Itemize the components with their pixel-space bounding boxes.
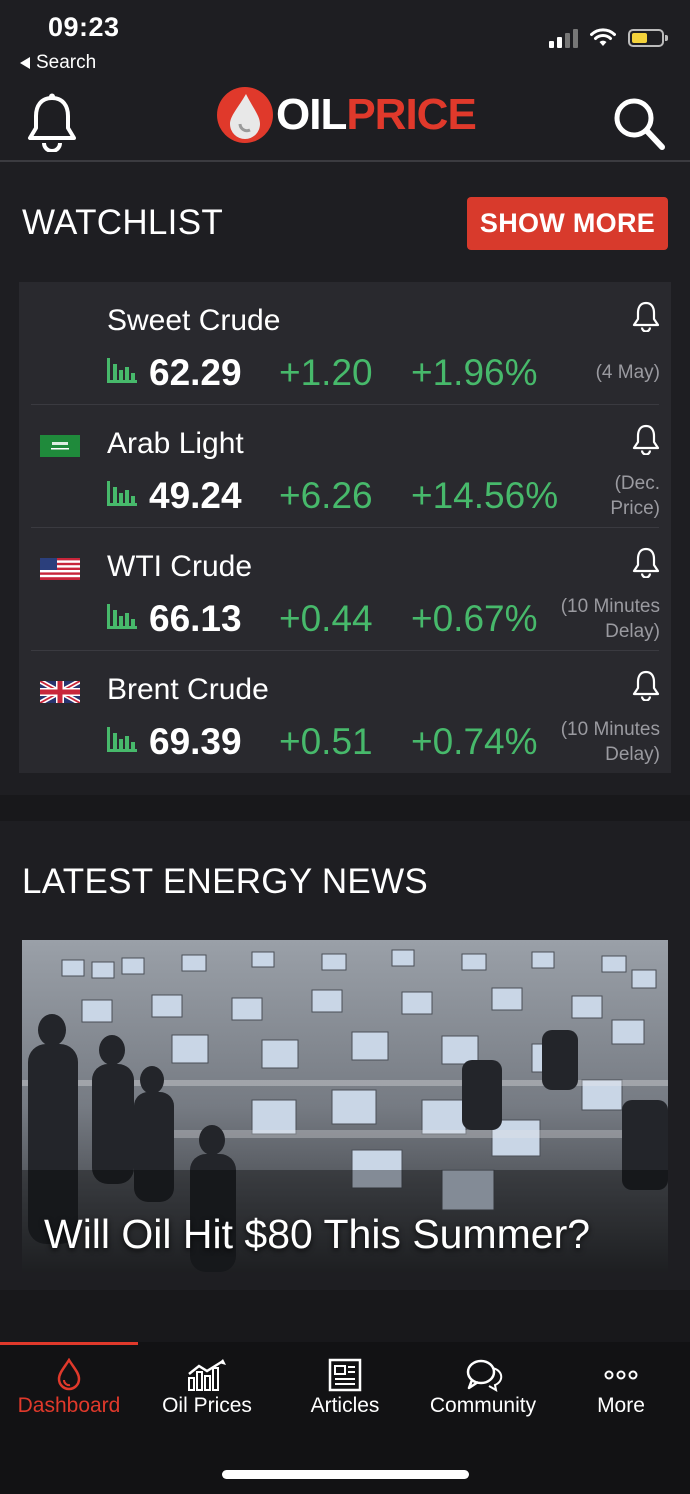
back-to-search-link[interactable]: Search — [20, 52, 96, 74]
price-change-percent: +0.74% — [411, 721, 538, 762]
price-note-line2: Delay) — [605, 621, 660, 642]
watchlist-row-sweet-crude[interactable]: Sweet Crude 62.29 +1.20 +1.96% (4 May) — [19, 282, 671, 405]
saudi-arabia-flag-icon — [40, 435, 80, 457]
chart-icon[interactable] — [107, 356, 137, 384]
price-note: (Dec. Price) — [610, 471, 660, 521]
commodity-price: 49.24 — [149, 475, 242, 516]
tab-dashboard[interactable]: Dashboard — [0, 1342, 138, 1432]
price-note: (10 Minutes Delay) — [561, 594, 660, 644]
wifi-icon — [590, 28, 616, 46]
price-note-line2: Price) — [610, 498, 660, 519]
battery-icon — [628, 29, 668, 47]
price-note: (4 May) — [596, 360, 660, 385]
logo-drop-icon — [217, 87, 273, 143]
tab-label: More — [597, 1394, 645, 1417]
content-bottom-spacer — [0, 1290, 690, 1342]
watchlist-title: WATCHLIST — [22, 203, 224, 242]
back-arrow-icon — [20, 57, 30, 69]
bar-chart-trend-icon — [188, 1359, 226, 1391]
tab-label: Community — [429, 1394, 537, 1417]
price-alert-bell-icon[interactable] — [631, 300, 661, 332]
price-note-line1: (4 May) — [595, 362, 660, 383]
search-icon[interactable] — [612, 96, 666, 152]
tab-label: Dashboard — [17, 1394, 121, 1417]
price-change: +6.26 — [279, 475, 373, 516]
notifications-bell-icon[interactable] — [24, 92, 80, 152]
price-change: +0.51 — [279, 721, 373, 762]
price-note-line1: (Dec. — [614, 473, 660, 494]
commodity-price: 66.13 — [149, 598, 242, 639]
logo-oil-text: OIL — [276, 90, 347, 139]
price-change: +0.44 — [279, 598, 373, 639]
price-change-percent: +14.56% — [411, 475, 559, 516]
uk-flag-icon — [40, 681, 80, 703]
tab-articles[interactable]: Articles — [276, 1342, 414, 1432]
tab-oil-prices[interactable]: Oil Prices — [138, 1342, 276, 1432]
price-alert-bell-icon[interactable] — [631, 423, 661, 455]
price-note-line2: Delay) — [605, 744, 660, 765]
newspaper-icon — [328, 1358, 362, 1392]
price-alert-bell-icon[interactable] — [631, 669, 661, 701]
news-section-title: LATEST ENERGY NEWS — [22, 862, 429, 901]
watchlist-card: Sweet Crude 62.29 +1.20 +1.96% (4 May) A… — [19, 282, 671, 773]
tab-label: Articles — [310, 1394, 380, 1417]
chart-icon[interactable] — [107, 725, 137, 753]
back-label: Search — [36, 52, 97, 73]
commodity-name: Arab Light — [107, 427, 244, 460]
commodity-price: 62.29 — [149, 352, 242, 393]
battery-level — [632, 33, 647, 43]
status-time: 09:23 — [48, 12, 120, 42]
home-indicator[interactable] — [222, 1470, 469, 1479]
commodity-price: 69.39 — [149, 721, 242, 762]
section-separator — [0, 795, 690, 821]
price-alert-bell-icon[interactable] — [631, 546, 661, 578]
tab-label: Oil Prices — [162, 1394, 252, 1417]
logo-price-text: PRICE — [346, 90, 476, 139]
active-tab-indicator — [0, 1342, 138, 1345]
price-note-line1: (10 Minutes — [560, 719, 660, 740]
commodity-name: WTI Crude — [107, 550, 253, 583]
chat-bubbles-icon — [466, 1359, 503, 1392]
tab-community[interactable]: Community — [414, 1342, 552, 1432]
news-card[interactable]: Will Oil Hit $80 This Summer? — [22, 940, 668, 1272]
watchlist-row-brent-crude[interactable]: Brent Crude 69.39 +0.51 +0.74% (10 Minut… — [19, 651, 671, 774]
watchlist-row-arab-light[interactable]: Arab Light 49.24 +6.26 +14.56% (Dec. Pri… — [19, 405, 671, 528]
status-bar: 09:23 Search — [0, 0, 690, 80]
chart-icon[interactable] — [107, 479, 137, 507]
ellipsis-icon — [604, 1370, 638, 1380]
status-icons — [549, 28, 668, 48]
price-change: +1.20 — [279, 352, 373, 393]
cellular-signal-icon — [549, 28, 578, 48]
flame-drop-icon — [57, 1358, 81, 1391]
show-more-button[interactable]: SHOW MORE — [467, 197, 668, 250]
price-change-percent: +1.96% — [411, 352, 538, 393]
news-headline: Will Oil Hit $80 This Summer? — [44, 1211, 591, 1257]
watchlist-row-wti-crude[interactable]: WTI Crude 66.13 +0.44 +0.67% (10 Minutes… — [19, 528, 671, 651]
chart-icon[interactable] — [107, 602, 137, 630]
commodity-name: Brent Crude — [107, 673, 269, 706]
price-change-percent: +0.67% — [411, 598, 538, 639]
price-note: (10 Minutes Delay) — [561, 717, 660, 767]
oilprice-logo: OILPRICE — [216, 84, 477, 146]
app-header: OILPRICE — [0, 80, 690, 162]
tab-more[interactable]: More — [552, 1342, 690, 1432]
price-note-line1: (10 Minutes — [560, 596, 660, 617]
usa-flag-icon — [40, 558, 80, 580]
commodity-name: Sweet Crude — [107, 304, 281, 337]
